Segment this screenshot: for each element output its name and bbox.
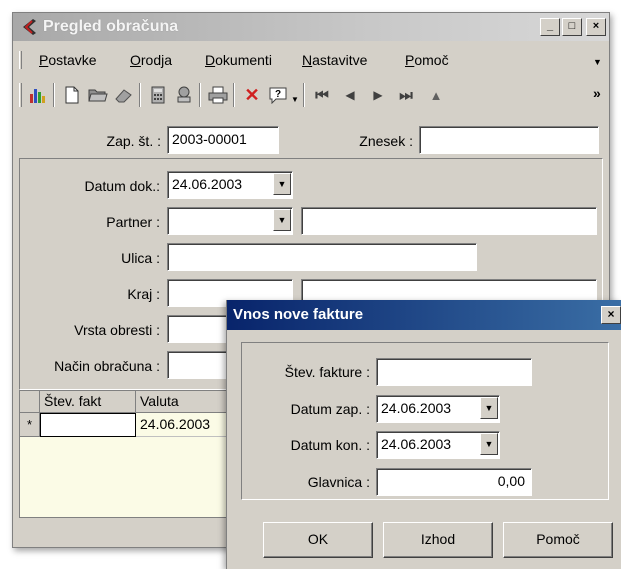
- datum-kon-value: 24.06.2003: [381, 436, 452, 452]
- row-marker: *: [20, 413, 40, 437]
- pomoc-button[interactable]: Pomoč: [503, 522, 613, 558]
- menu-postavke-mnemonic: P: [39, 52, 49, 68]
- chart-icon[interactable]: [27, 85, 49, 105]
- toolbar: ✕ ? ▼ ⏮ ◀ ▶ ⏭ ▲ »: [13, 77, 609, 111]
- menu-bar: Postavke Orodja Dokumenti Nastavitve Pom…: [13, 47, 609, 73]
- menu-dokumenti[interactable]: Dokumenti: [205, 52, 272, 68]
- izhod-button[interactable]: Izhod: [383, 522, 493, 558]
- datum-dok-value: 24.06.2003: [172, 176, 243, 192]
- partner-dropdown-icon[interactable]: ▼: [273, 209, 291, 231]
- toolbar-grip: [19, 83, 22, 107]
- svg-text:?: ?: [275, 89, 281, 100]
- menu-orodja-mnemonic: O: [130, 52, 141, 68]
- menu-dokumenti-label: okumenti: [215, 52, 272, 68]
- grid-cell-stev-fakt[interactable]: [40, 413, 136, 437]
- close-button[interactable]: ×: [586, 18, 606, 36]
- delete-icon[interactable]: ✕: [241, 85, 263, 105]
- vrsta-obresti-label: Vrsta obresti :: [74, 322, 160, 338]
- next-record-icon[interactable]: ▶: [367, 85, 389, 105]
- tree-icon[interactable]: [173, 85, 195, 105]
- new-document-icon[interactable]: [61, 85, 83, 105]
- kraj-label: Kraj :: [127, 286, 160, 302]
- datum-kon-field[interactable]: 24.06.2003 ▼: [376, 431, 500, 459]
- toolbar-separator: [53, 83, 55, 107]
- menu-nastavitve-label: astavitve: [312, 52, 368, 68]
- menu-nastavitve[interactable]: Nastavitve: [302, 52, 367, 68]
- menu-pomoc[interactable]: Pomoč: [405, 52, 449, 68]
- new-invoice-dialog: Vnos nove fakture × Štev. fakture : Datu…: [226, 300, 621, 569]
- menu-overflow-icon[interactable]: ▼: [593, 57, 602, 67]
- calculator-icon[interactable]: [147, 85, 169, 105]
- dialog-title: Vnos nove fakture: [233, 306, 364, 323]
- datum-dok-label: Datum dok.:: [84, 178, 160, 194]
- first-record-icon[interactable]: ⏮: [311, 85, 333, 105]
- partner-label: Partner :: [106, 214, 160, 230]
- up-icon[interactable]: ▲: [425, 85, 447, 105]
- menu-orodja[interactable]: Orodja: [130, 52, 172, 68]
- maximize-button[interactable]: □: [562, 18, 582, 36]
- eraser-icon[interactable]: [113, 85, 135, 105]
- menu-dokumenti-mnemonic: D: [205, 52, 216, 68]
- nacin-obracuna-label: Način obračuna :: [54, 358, 160, 374]
- minimize-button[interactable]: _: [540, 18, 560, 36]
- last-record-icon[interactable]: ⏭: [395, 85, 417, 105]
- datum-kon-label: Datum kon. :: [290, 437, 370, 453]
- menu-orodja-label: rodja: [140, 52, 173, 68]
- stev-fakture-field[interactable]: [376, 358, 532, 386]
- menu-postavke-label: ostavke: [48, 52, 97, 68]
- window-title: Pregled obračuna: [43, 18, 179, 35]
- menu-pomoc-label: omoč: [414, 52, 449, 68]
- datum-zap-field[interactable]: 24.06.2003 ▼: [376, 395, 500, 423]
- dialog-fields-group: Štev. fakture : Datum zap. : 24.06.2003 …: [241, 342, 609, 500]
- datum-dok-dropdown-icon[interactable]: ▼: [273, 173, 291, 195]
- glavnica-label: Glavnica :: [307, 474, 370, 490]
- ulica-label: Ulica :: [121, 250, 160, 266]
- dialog-title-bar[interactable]: Vnos nove fakture ×: [227, 300, 621, 330]
- toolbar-overflow-icon[interactable]: »: [593, 85, 601, 101]
- menu-pomoc-mnemonic: P: [405, 52, 415, 68]
- znesek-label: Znesek :: [359, 133, 413, 149]
- toolbar-separator: [199, 83, 201, 107]
- datum-dok-field[interactable]: 24.06.2003 ▼: [167, 171, 293, 199]
- datum-kon-dropdown-icon[interactable]: ▼: [480, 433, 498, 455]
- datum-zap-label: Datum zap. :: [290, 401, 370, 417]
- menu-grip: [19, 51, 22, 69]
- zap-st-label: Zap. št. :: [106, 133, 161, 149]
- title-bar[interactable]: Pregled obračuna _ □ ×: [13, 13, 609, 41]
- dialog-close-button[interactable]: ×: [601, 306, 621, 324]
- zap-st-field[interactable]: 2003-00001: [167, 126, 279, 154]
- znesek-field[interactable]: [419, 126, 599, 154]
- grid-corner: [20, 391, 40, 413]
- toolbar-separator: [303, 83, 305, 107]
- help-dropdown-icon[interactable]: ▼: [291, 95, 299, 104]
- app-logo-icon: [19, 17, 39, 40]
- partner-name-field[interactable]: [301, 207, 597, 235]
- help-icon[interactable]: ?: [267, 85, 289, 105]
- toolbar-separator: [139, 83, 141, 107]
- menu-postavke[interactable]: Postavke: [39, 52, 97, 68]
- print-icon[interactable]: [207, 85, 229, 105]
- stev-fakture-label: Štev. fakture :: [284, 364, 370, 380]
- open-folder-icon[interactable]: [87, 85, 109, 105]
- datum-zap-value: 24.06.2003: [381, 400, 452, 416]
- previous-record-icon[interactable]: ◀: [339, 85, 361, 105]
- ulica-field[interactable]: [167, 243, 477, 271]
- toolbar-separator: [233, 83, 235, 107]
- ok-button[interactable]: OK: [263, 522, 373, 558]
- glavnica-field[interactable]: 0,00: [376, 468, 532, 496]
- menu-nastavitve-mnemonic: N: [302, 52, 313, 68]
- datum-zap-dropdown-icon[interactable]: ▼: [480, 397, 498, 419]
- partner-field[interactable]: ▼: [167, 207, 293, 235]
- column-header-stev-fakt[interactable]: Štev. fakt: [40, 391, 136, 413]
